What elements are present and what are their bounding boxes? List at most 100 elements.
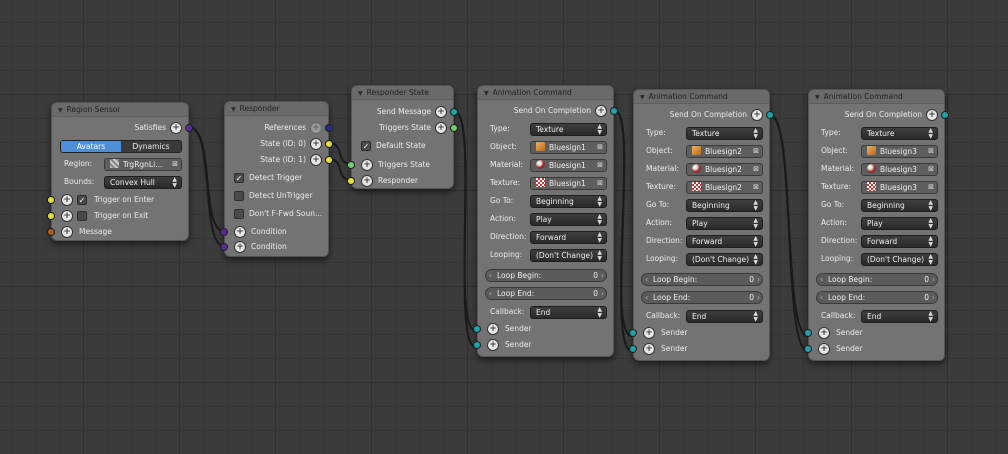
clear-icon[interactable]: ⊠ [597, 142, 603, 153]
action-select[interactable]: Play ▲ ▼ [530, 212, 607, 226]
texture-field[interactable]: Bluesign2 ⊠ [686, 180, 763, 194]
trigger-exit-input-socket[interactable] [47, 212, 55, 220]
decrement-icon[interactable]: ‹ [489, 288, 492, 299]
add-socket-icon[interactable]: + [361, 175, 373, 187]
node-header[interactable]: ▼ Animation Command [634, 90, 769, 104]
add-socket-icon[interactable]: + [361, 159, 373, 171]
decrement-icon[interactable]: ‹ [645, 274, 648, 285]
add-socket-icon[interactable]: + [643, 327, 655, 339]
trigger-enter-checkbox[interactable]: ✓ [77, 195, 87, 205]
add-socket-icon[interactable]: + [487, 323, 499, 335]
increment-icon[interactable]: › [601, 288, 604, 299]
object-field[interactable]: Bluesign3 ⊠ [861, 144, 938, 158]
clear-icon[interactable]: ⊠ [753, 164, 759, 175]
decrement-icon[interactable]: ‹ [820, 274, 823, 285]
send-message-output-socket[interactable] [450, 108, 458, 116]
send-on-completion-output-socket[interactable] [766, 111, 774, 119]
node-header[interactable]: ▼ Responder State [352, 86, 453, 100]
region-field[interactable]: TrgRgnLi... ⊠ [104, 157, 182, 171]
sender-input-socket[interactable] [473, 325, 481, 333]
detect-trigger-checkbox[interactable]: ✓ [234, 173, 244, 183]
direction-select[interactable]: Forward ▲ ▼ [686, 234, 763, 248]
goto-select[interactable]: Beginning ▲ ▼ [861, 198, 938, 212]
send-on-completion-output-socket[interactable] [941, 111, 949, 119]
object-field[interactable]: Bluesign1 ⊠ [530, 140, 607, 154]
add-socket-icon[interactable]: + [595, 105, 607, 117]
decrement-icon[interactable]: ‹ [820, 292, 823, 303]
triggers-state-input-socket[interactable] [347, 161, 355, 169]
add-socket-icon[interactable]: + [310, 154, 322, 166]
add-socket-icon[interactable]: + [818, 343, 830, 355]
collapse-triangle-icon[interactable]: ▼ [815, 91, 820, 103]
node-header[interactable]: ▼ Animation Command [809, 90, 944, 104]
increment-icon[interactable]: › [932, 274, 935, 285]
clear-icon[interactable]: ⊠ [928, 164, 934, 175]
goto-select[interactable]: Beginning ▲ ▼ [530, 194, 607, 208]
type-select[interactable]: Texture ▲ ▼ [686, 126, 763, 140]
texture-field[interactable]: Bluesign3 ⊠ [861, 180, 938, 194]
callback-select[interactable]: End ▲ ▼ [861, 309, 938, 323]
collapse-triangle-icon[interactable]: ▼ [231, 103, 236, 115]
increment-icon[interactable]: › [601, 270, 604, 281]
node-header[interactable]: ▼ Region Sensor [52, 103, 188, 117]
material-field[interactable]: Bluesign1 ⊠ [530, 158, 607, 172]
add-socket-icon[interactable]: + [310, 138, 322, 150]
trigger-enter-input-socket[interactable] [47, 196, 55, 204]
sender-input-socket[interactable] [804, 345, 812, 353]
bounds-select[interactable]: Convex Hull ▲ ▼ [104, 175, 182, 189]
add-socket-icon[interactable]: + [643, 343, 655, 355]
sender-input-socket[interactable] [804, 329, 812, 337]
add-socket-icon[interactable]: + [310, 122, 322, 134]
add-socket-icon[interactable]: + [487, 339, 499, 351]
clear-icon[interactable]: ⊠ [172, 159, 178, 170]
add-socket-icon[interactable]: + [435, 106, 447, 118]
loop-begin-field[interactable]: ‹ Loop Begin: 0 › [816, 272, 938, 286]
tab-dynamics[interactable]: Dynamics [121, 140, 181, 152]
condition2-input-socket[interactable] [220, 243, 228, 251]
state1-output-socket[interactable] [325, 156, 333, 164]
clear-icon[interactable]: ⊠ [928, 146, 934, 157]
material-field[interactable]: Bluesign2 ⊠ [686, 162, 763, 176]
dont-ffwd-checkbox[interactable] [234, 209, 244, 219]
action-select[interactable]: Play ▲ ▼ [686, 216, 763, 230]
default-state-checkbox[interactable]: ✓ [361, 141, 371, 151]
loop-begin-field[interactable]: ‹ Loop Begin: 0 › [485, 268, 607, 282]
decrement-icon[interactable]: ‹ [645, 292, 648, 303]
decrement-icon[interactable]: ‹ [489, 270, 492, 281]
loop-end-field[interactable]: ‹ Loop End: 0 › [641, 290, 763, 304]
detect-untrigger-checkbox[interactable] [234, 191, 244, 201]
animation-command-node-1[interactable]: ▼ Animation Command Send On Completion + … [473, 85, 618, 357]
looping-select[interactable]: (Don't Change) ▲ ▼ [861, 252, 938, 266]
sender-input-socket[interactable] [629, 345, 637, 353]
add-socket-icon[interactable]: + [61, 210, 73, 222]
message-input-socket[interactable] [47, 228, 55, 236]
condition1-input-socket[interactable] [220, 228, 228, 236]
responder-input-socket[interactable] [347, 177, 355, 185]
looping-select[interactable]: (Don't Change) ▲ ▼ [686, 252, 763, 266]
clear-icon[interactable]: ⊠ [928, 182, 934, 193]
animation-command-node-2[interactable]: ▼ Animation Command Send On Completion + … [629, 89, 774, 361]
increment-icon[interactable]: › [757, 274, 760, 285]
collapse-triangle-icon[interactable]: ▼ [58, 104, 63, 116]
collapse-triangle-icon[interactable]: ▼ [484, 87, 489, 99]
add-socket-icon[interactable]: + [818, 327, 830, 339]
references-output-socket[interactable] [325, 124, 333, 132]
add-socket-icon[interactable]: + [61, 226, 73, 238]
trigger-exit-checkbox[interactable] [77, 211, 87, 221]
increment-icon[interactable]: › [932, 292, 935, 303]
direction-select[interactable]: Forward ▲ ▼ [861, 234, 938, 248]
clear-icon[interactable]: ⊠ [753, 182, 759, 193]
triggers-state-output-socket[interactable] [450, 124, 458, 132]
add-socket-icon[interactable]: + [234, 226, 246, 238]
texture-field[interactable]: Bluesign1 ⊠ [530, 176, 607, 190]
type-select[interactable]: Texture ▲ ▼ [530, 122, 607, 136]
responder-state-node[interactable]: ▼ Responder State Send Message + Triggers… [347, 85, 458, 189]
responder-node[interactable]: ▼ Responder References + State (ID: 0) + … [220, 101, 333, 257]
goto-select[interactable]: Beginning ▲ ▼ [686, 198, 763, 212]
looping-select[interactable]: (Don't Change) ▲ ▼ [530, 248, 607, 262]
callback-select[interactable]: End ▲ ▼ [686, 309, 763, 323]
type-select[interactable]: Texture ▲ ▼ [861, 126, 938, 140]
sender-input-socket[interactable] [629, 329, 637, 337]
add-socket-icon[interactable]: + [234, 241, 246, 253]
clear-icon[interactable]: ⊠ [753, 146, 759, 157]
